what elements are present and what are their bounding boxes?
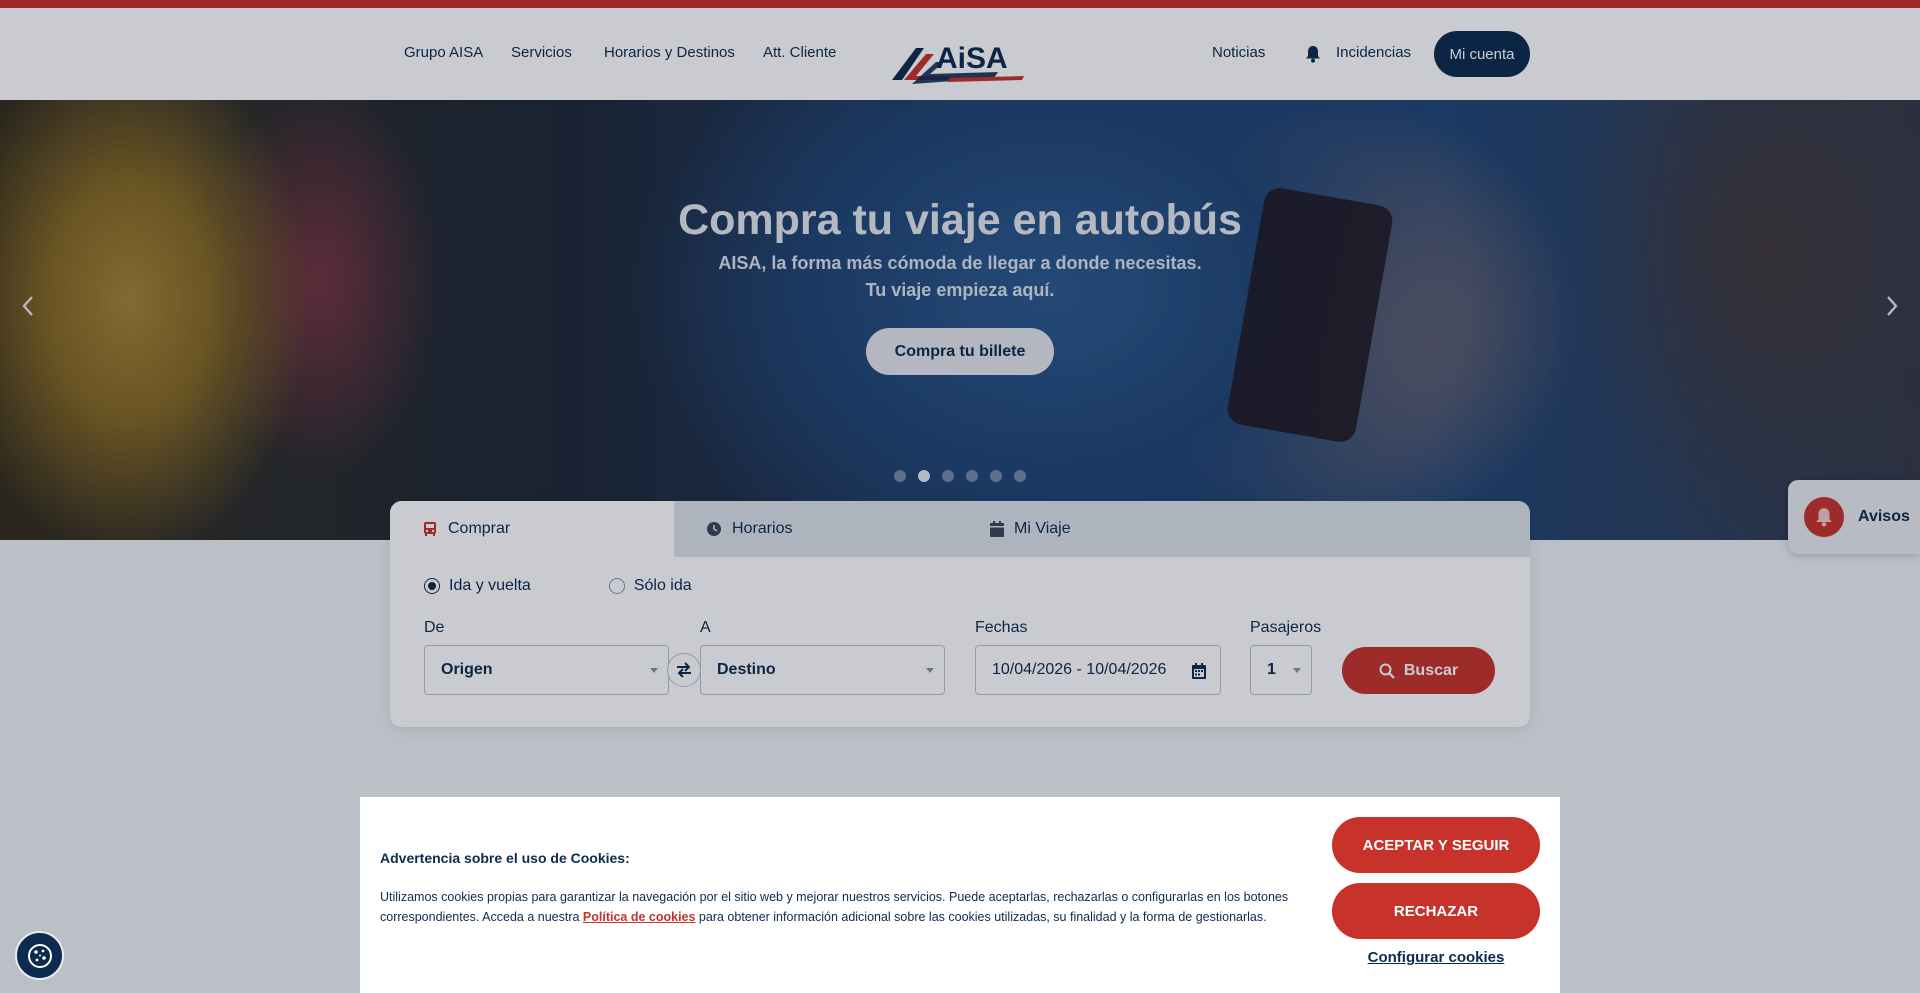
cookie-icon <box>27 943 52 968</box>
cookie-description: Utilizamos cookies propias para garantiz… <box>380 887 1330 927</box>
reject-cookies-button[interactable]: RECHAZAR <box>1332 883 1540 939</box>
accept-cookies-button[interactable]: ACEPTAR Y SEGUIR <box>1332 817 1540 873</box>
cookie-text-after: para obtener información adicional sobre… <box>695 910 1267 924</box>
cookie-settings-button[interactable] <box>15 931 64 980</box>
configure-cookies-link[interactable]: Configurar cookies <box>1332 949 1540 966</box>
cookie-title: Advertencia sobre el uso de Cookies: <box>380 850 630 866</box>
cookie-banner: Advertencia sobre el uso de Cookies: Uti… <box>360 797 1560 993</box>
cookie-policy-link[interactable]: Política de cookies <box>583 910 696 924</box>
